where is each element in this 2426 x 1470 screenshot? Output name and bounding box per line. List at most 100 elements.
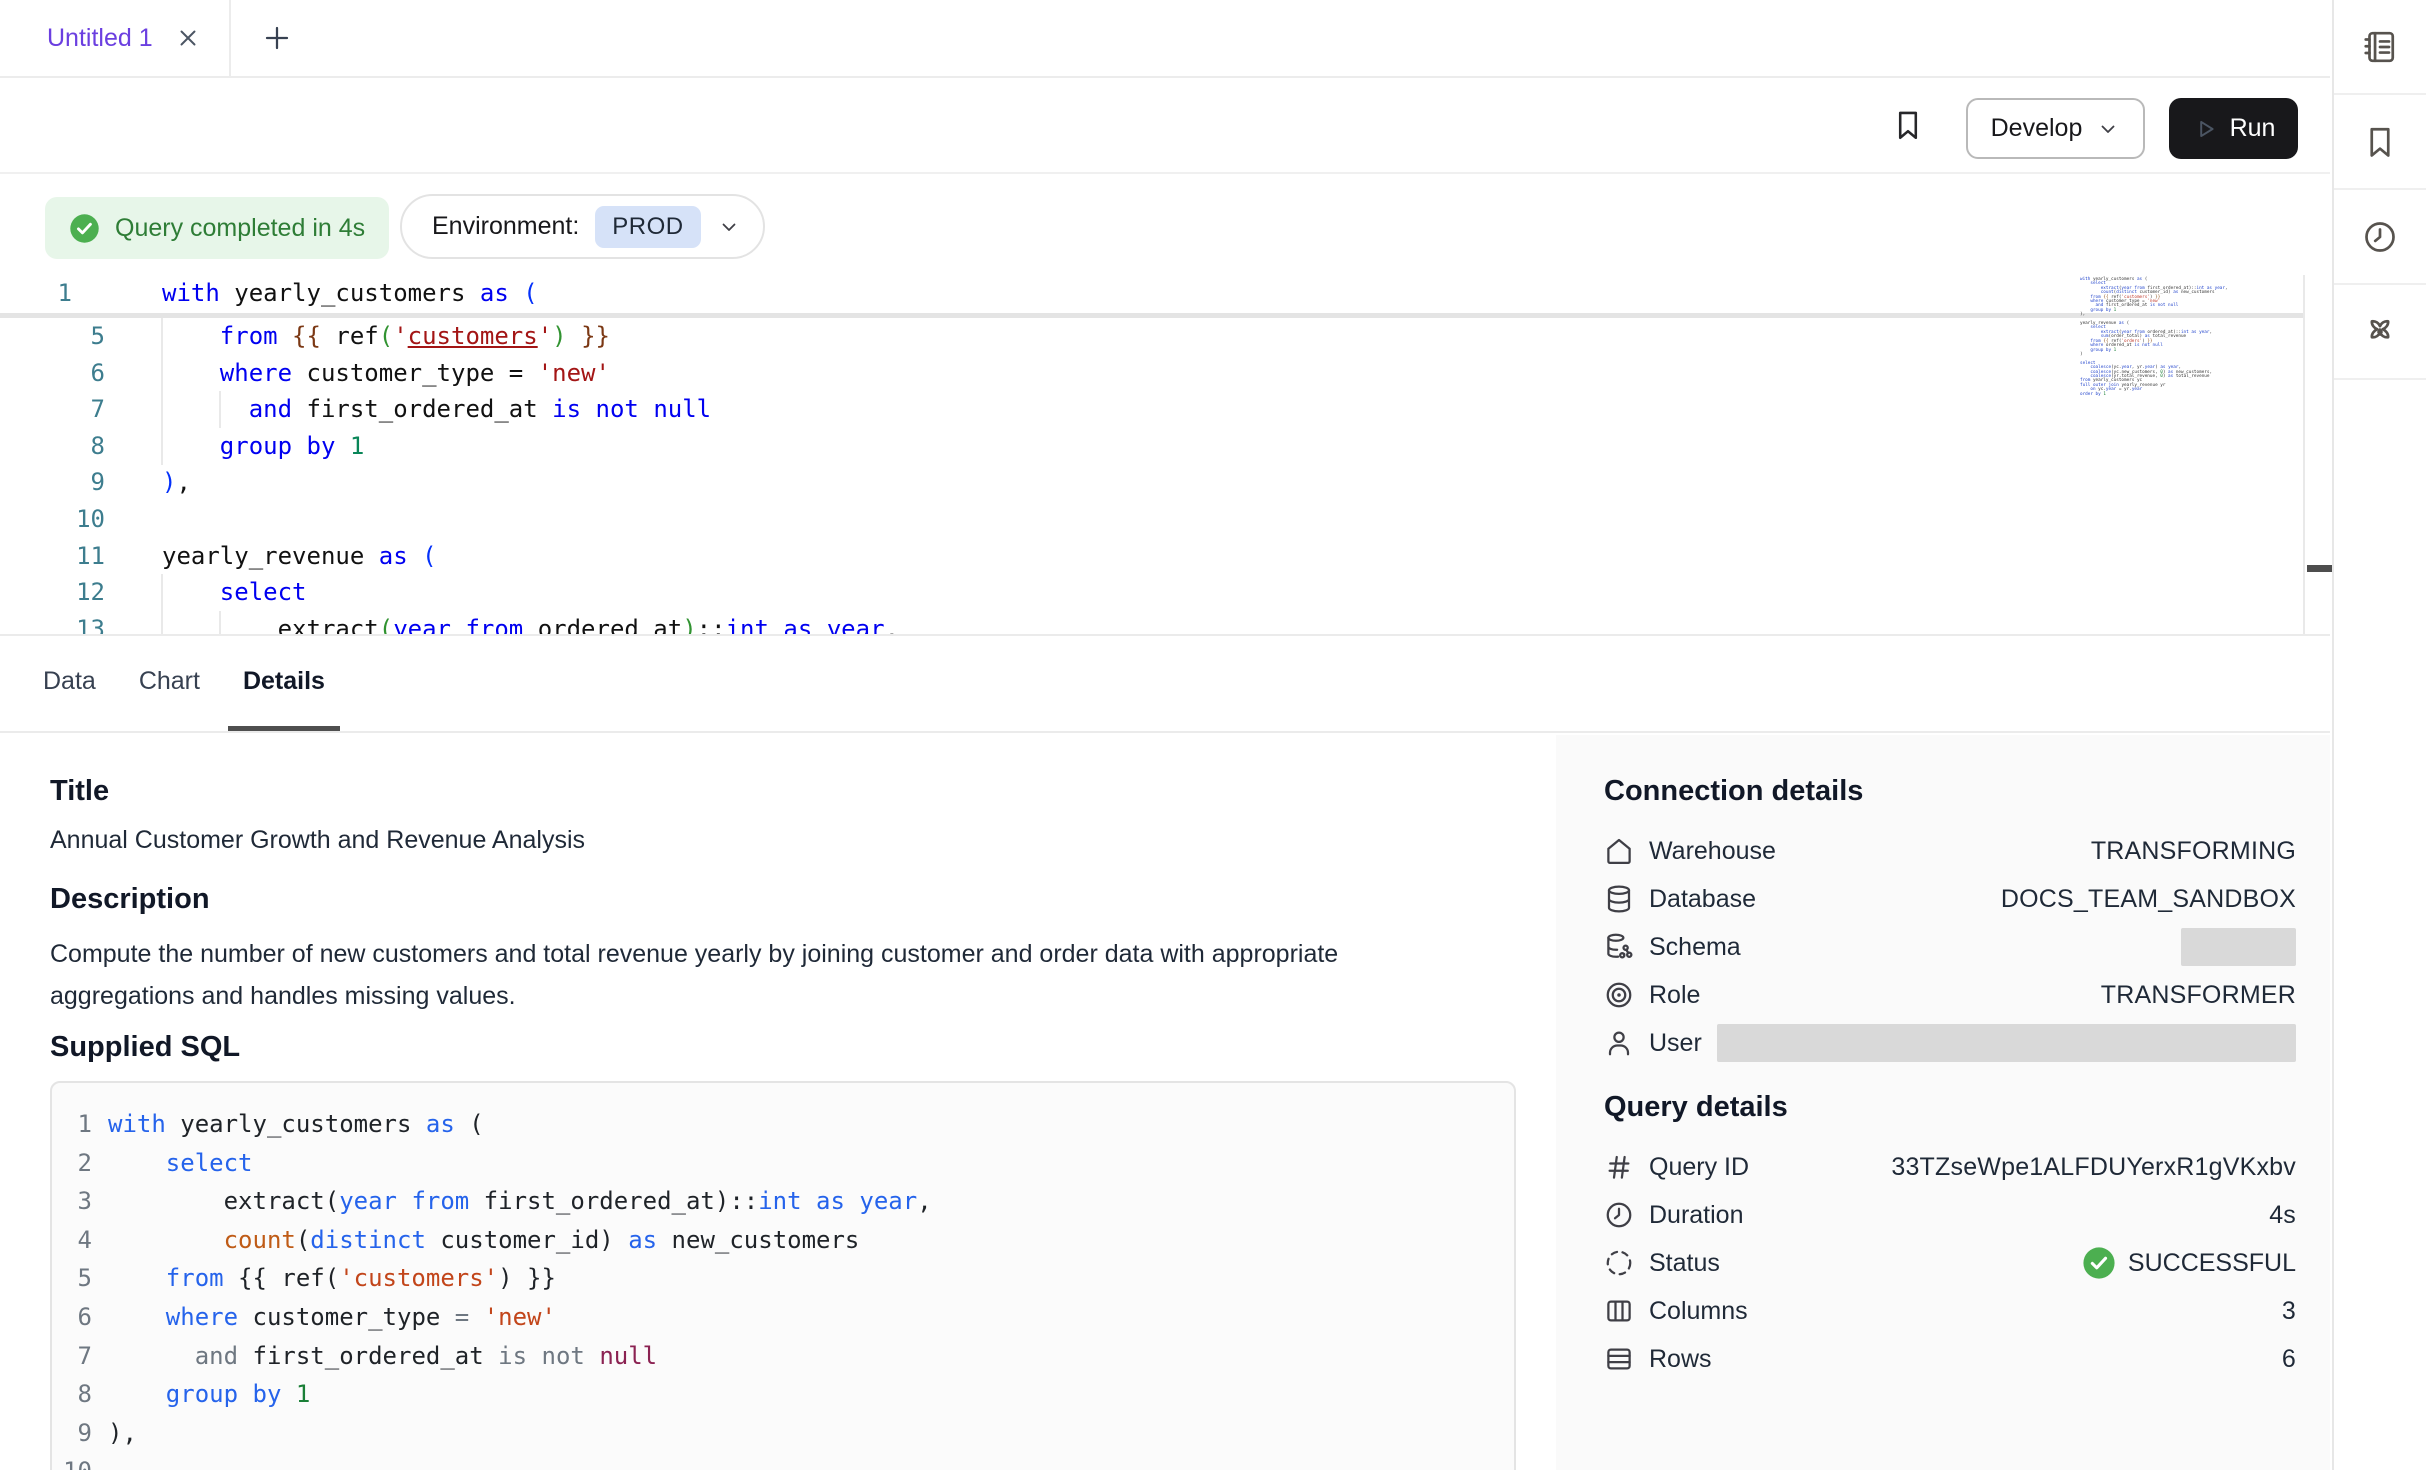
detail-label: Status (1649, 1249, 1720, 1278)
code-line-11: 11yearly_revenue as ( (0, 538, 2303, 575)
rail-bookmark-button[interactable] (2334, 95, 2426, 190)
develop-label: Develop (1991, 114, 2083, 143)
title-text: Annual Customer Growth and Revenue Analy… (50, 825, 1516, 855)
detail-label: Columns (1649, 1297, 1748, 1326)
code-line-1: 1with yearly_customers as ( (52, 1105, 1514, 1144)
close-tab-icon[interactable] (175, 25, 201, 51)
detail-label: User (1649, 1029, 1702, 1058)
run-button[interactable]: Run (2169, 98, 2298, 159)
rail-clock-button[interactable] (2334, 190, 2426, 285)
detail-row-query-id: Query ID 33TZseWpe1ALFDUYerxR1gVKxbv (1604, 1143, 2296, 1191)
status-badge: SUCCESSFUL (2082, 1246, 2296, 1280)
toolbar: Develop Run (0, 78, 2330, 174)
tab-untitled-1[interactable]: Untitled 1 (0, 0, 231, 76)
indent-guide (161, 318, 163, 465)
editor-minimap[interactable]: with yearly_customers as ( select extrac… (2080, 278, 2260, 397)
notebook-icon (2362, 29, 2398, 65)
columns-icon (1604, 1296, 1634, 1326)
detail-value: 33TZseWpe1ALFDUYerxR1gVKxbv (1891, 1153, 2296, 1182)
tab-chart[interactable]: Chart (124, 636, 215, 731)
code-line-5: 5 from {{ ref('customers') }} (52, 1259, 1514, 1298)
query-details-heading: Query details (1604, 1091, 2296, 1123)
editor-tab-bar: Untitled 1 (0, 0, 2330, 78)
code-line-13: 13 extract(year from ordered_at)::int as… (0, 611, 2303, 634)
home-icon (1604, 836, 1634, 866)
details-panel: Title Annual Customer Growth and Revenue… (0, 735, 2330, 1470)
code-line-4: 4 count(distinct customer_id) as new_cus… (52, 1221, 1514, 1260)
detail-row-user: User (1604, 1019, 2296, 1067)
run-label: Run (2230, 114, 2276, 143)
code-line-8: 8 group by 1 (0, 428, 2303, 465)
editor-lines: 5 from {{ ref('customers') }}6 where cus… (0, 318, 2303, 634)
detail-row-warehouse: Warehouse TRANSFORMING (1604, 827, 2296, 875)
develop-dropdown[interactable]: Develop (1966, 98, 2145, 159)
supplied-sql-heading: Supplied SQL (50, 1031, 1516, 1063)
query-status-badge: Query completed in 4s (45, 197, 389, 259)
code-line-2: 2 select (52, 1144, 1514, 1183)
bookmark-icon (2362, 124, 2398, 160)
connection-details-heading: Connection details (1604, 775, 2296, 807)
connection-details-rows: Warehouse TRANSFORMING Database DOCS_TEAM_S… (1604, 827, 2296, 1067)
code-line-10: 10 (52, 1452, 1514, 1470)
description-heading: Description (50, 883, 1516, 915)
clock-icon (1604, 1200, 1634, 1230)
environment-selector[interactable]: Environment: PROD (400, 194, 765, 259)
code-line-6: 6 where customer_type = 'new' (52, 1298, 1514, 1337)
details-left-column: Title Annual Customer Growth and Revenue… (50, 735, 1516, 1470)
detail-value: 3 (2282, 1297, 2296, 1326)
code-line-12: 12 select (0, 574, 2303, 611)
details-right-column: Connection details Warehouse TRANSFORMING… (1556, 735, 2330, 1470)
description-text: Compute the number of new customers and … (50, 933, 1395, 1017)
database-icon (1604, 884, 1634, 914)
detail-label: Schema (1649, 933, 1741, 962)
bookmark-icon[interactable] (1886, 94, 1930, 156)
minimap-line: order by 1 (2080, 393, 2260, 397)
environment-value-badge: PROD (595, 206, 700, 248)
indent-guide (219, 391, 221, 428)
redacted-value (2181, 928, 2296, 966)
code-line-7: 7 and first_ordered_at is not null (52, 1337, 1514, 1376)
detail-row-columns: Columns 3 (1604, 1287, 2296, 1335)
target-icon (1604, 980, 1634, 1010)
detail-row-role: RoleTRANSFORMER (1604, 971, 2296, 1019)
indent-guide (161, 574, 163, 634)
clock-icon (2362, 219, 2398, 255)
copilot-icon (2362, 314, 2398, 350)
check-circle-icon (69, 213, 100, 244)
detail-label: Rows (1649, 1345, 1712, 1374)
detail-value: TRANSFORMING (2091, 837, 2296, 866)
chevron-down-icon (717, 215, 741, 239)
detail-label: Warehouse (1649, 837, 1776, 866)
tab-label: Untitled 1 (47, 24, 153, 53)
loader-icon (1604, 1248, 1634, 1278)
redacted-value (1717, 1024, 2296, 1062)
detail-label: Database (1649, 885, 1756, 914)
code-line-9: 9), (0, 464, 2303, 501)
tab-data[interactable]: Data (28, 636, 111, 731)
detail-value: 4s (2269, 1201, 2296, 1230)
rail-copilot-button[interactable] (2334, 285, 2426, 380)
editor-scrollbar[interactable] (2303, 275, 2330, 634)
result-tabs: DataChartDetails (0, 634, 2330, 733)
hash-icon (1604, 1152, 1634, 1182)
rail-notebook-button[interactable] (2334, 0, 2426, 95)
code-line-7: 7 and first_ordered_at is not null (0, 391, 2303, 428)
code-line-1: 1with yearly_customers as ( (0, 275, 2303, 312)
environment-label: Environment: (432, 212, 579, 241)
supplied-sql-block: 1with yearly_customers as (2 select3 ext… (50, 1081, 1516, 1470)
detail-row-database: Database DOCS_TEAM_SANDBOX (1604, 875, 2296, 923)
detail-value: DOCS_TEAM_SANDBOX (2001, 885, 2296, 914)
detail-row-rows: Rows6 (1604, 1335, 2296, 1383)
code-line-10: 10 (0, 501, 2303, 538)
code-line-3: 3 extract(year from first_ordered_at)::i… (52, 1182, 1514, 1221)
detail-label: Query ID (1649, 1153, 1749, 1182)
schema-icon (1604, 932, 1634, 962)
new-tab-button[interactable] (255, 16, 299, 60)
tab-details[interactable]: Details (228, 636, 340, 731)
scrollbar-thumb[interactable] (2307, 565, 2332, 572)
sql-editor[interactable]: 1with yearly_customers as ( 5 from {{ re… (0, 275, 2303, 634)
user-icon (1604, 1028, 1634, 1058)
right-icon-rail (2332, 0, 2426, 1470)
play-icon (2192, 116, 2218, 142)
query-status-text: Query completed in 4s (115, 214, 365, 243)
